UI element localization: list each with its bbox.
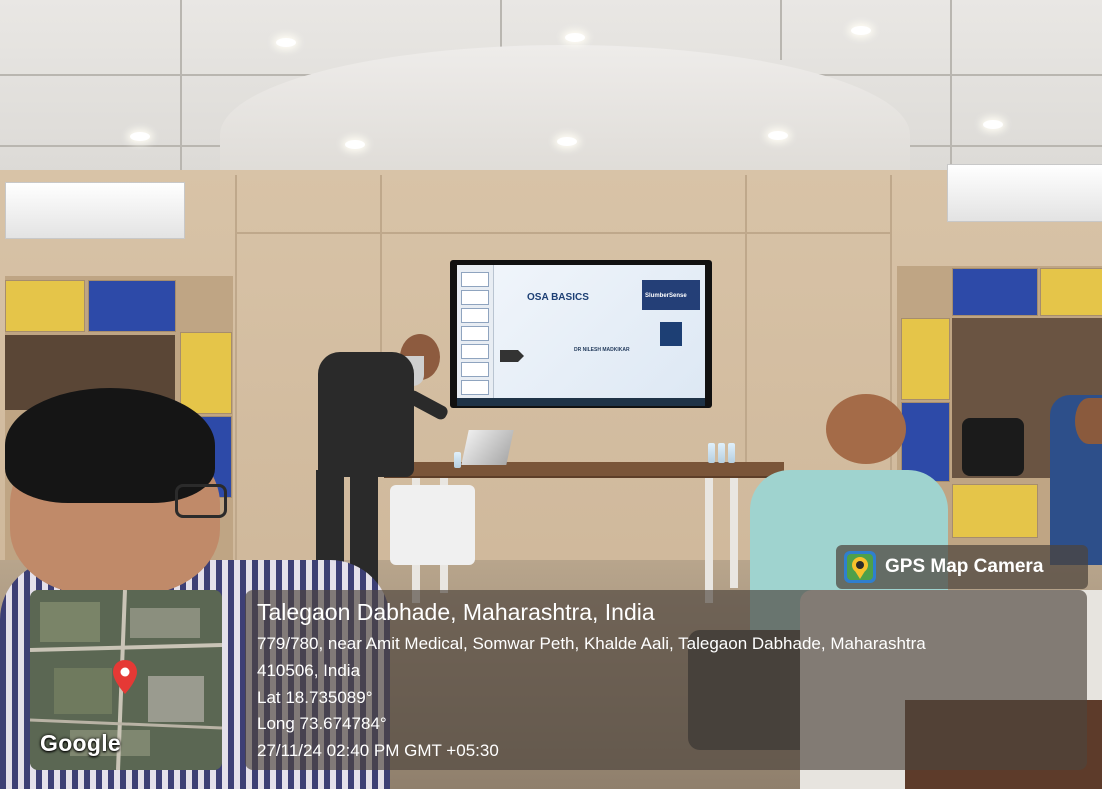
wall-panel-seam xyxy=(235,232,890,234)
presenter-body xyxy=(318,352,414,477)
ceiling-grid-line xyxy=(180,0,182,170)
slide-thumbnail xyxy=(461,326,489,341)
attendee-right-head xyxy=(1075,398,1102,444)
slide-thumbnail xyxy=(461,272,489,287)
downlight xyxy=(983,120,1003,129)
longitude: Long 73.674784° xyxy=(257,714,387,733)
downlight xyxy=(345,140,365,149)
table xyxy=(384,462,784,478)
location-title: Talegaon Dabhade, Maharashtra, India xyxy=(257,599,655,625)
water-bottle xyxy=(728,443,735,463)
shelf-block-blue xyxy=(952,268,1038,316)
shelf-block-yellow xyxy=(901,318,950,400)
ceiling-grid-line xyxy=(780,0,782,60)
table-leg xyxy=(730,478,738,588)
water-bottle xyxy=(708,443,715,463)
water-bottle xyxy=(454,452,461,468)
attendee-head xyxy=(826,394,906,464)
wall-panel-seam xyxy=(745,175,747,475)
downlight xyxy=(130,132,150,141)
address-line-2: 410506, India xyxy=(257,661,361,680)
shelf-block-yellow xyxy=(5,280,85,332)
address-line-1: 779/780, near Amit Medical, Somwar Peth,… xyxy=(257,634,926,653)
ceiling-grid-line xyxy=(950,0,952,170)
slide-title: OSA BASICS xyxy=(527,292,589,303)
slide-presenter-name: DR NILESH MADKIKAR xyxy=(574,347,630,353)
backpack xyxy=(962,418,1024,476)
glasses xyxy=(175,484,227,518)
slide-emblem xyxy=(660,322,682,346)
timestamp: 27/11/24 02:40 PM GMT +05:30 xyxy=(257,741,499,760)
map-pin-icon xyxy=(112,660,138,696)
shelf-block-yellow xyxy=(952,484,1038,538)
downlight xyxy=(276,38,296,47)
table-leg xyxy=(705,478,713,603)
shelf-block-yellow xyxy=(1040,268,1102,316)
slide-thumbnail xyxy=(461,380,489,395)
laptop xyxy=(461,430,514,465)
google-map-brand: Google xyxy=(40,730,122,756)
downlight xyxy=(557,137,577,146)
shelf-block-blue xyxy=(88,280,176,332)
slide-thumbnail xyxy=(461,290,489,305)
air-conditioner xyxy=(5,182,185,239)
slide-thumbnail xyxy=(461,344,489,359)
water-bottle xyxy=(718,443,725,463)
downlight xyxy=(851,26,871,35)
latitude: Lat 18.735089° xyxy=(257,688,373,707)
air-conditioner xyxy=(947,164,1102,222)
shelf-block-yellow xyxy=(180,332,232,414)
gps-badge-label: GPS Map Camera xyxy=(885,556,1044,577)
camera-pin-icon xyxy=(843,550,877,584)
downlight xyxy=(768,131,788,140)
slide-logo-text: SlumberSense xyxy=(645,293,687,299)
slide-thumbnail xyxy=(461,308,489,323)
taskbar xyxy=(457,398,705,406)
chair xyxy=(390,485,475,565)
downlight xyxy=(565,33,585,42)
slide-thumbnail xyxy=(461,362,489,377)
